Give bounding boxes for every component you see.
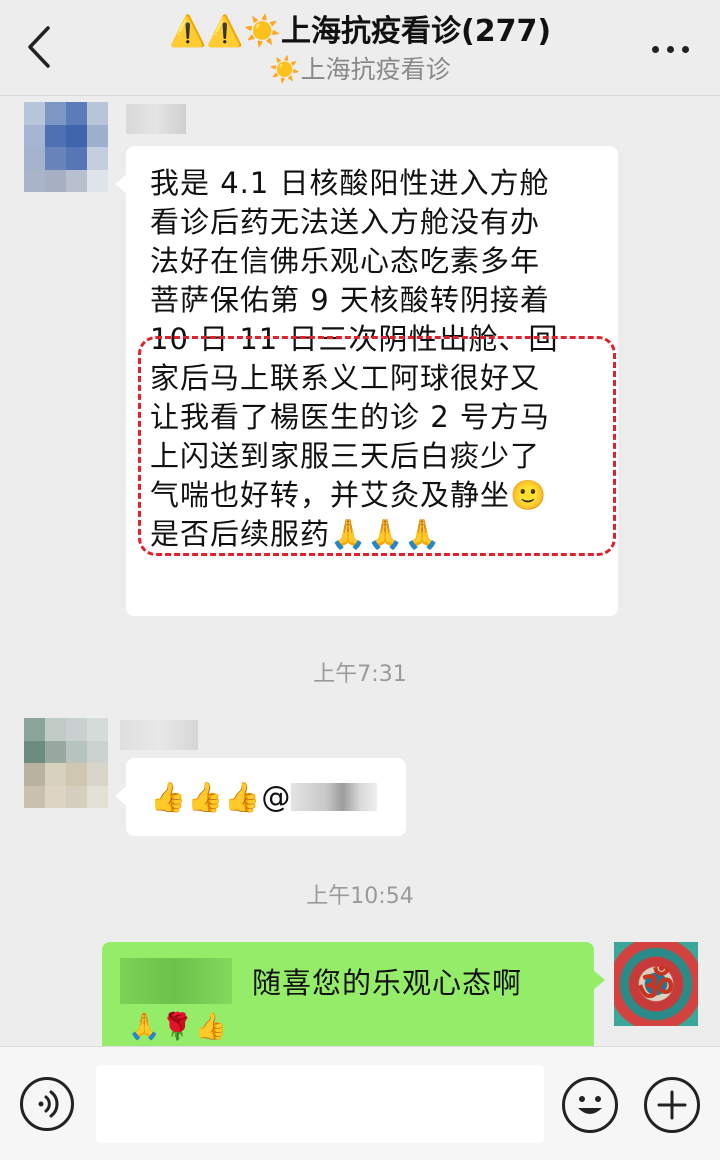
message-line: 让我看了楊医生的诊 2 号方马 xyxy=(150,400,550,434)
more-options-button[interactable] xyxy=(646,30,696,66)
message-line: 我是 4.1 日核酸阳性进入方舱 xyxy=(150,166,550,200)
blurred-avatar xyxy=(24,718,108,808)
chat-title: ⚠️⚠️☀️上海抗疫看诊(277) xyxy=(110,12,610,52)
emoji-button[interactable] xyxy=(562,1077,618,1133)
my-message-bubble[interactable]: 随喜您的乐观心态啊 🙏🌹👍 xyxy=(102,942,605,1046)
subtitle-text: 上海抗疫看诊 xyxy=(300,55,451,84)
title-emojis: ⚠️⚠️☀️ xyxy=(168,14,281,49)
message-line: 菩萨保佑第 9 天核酸转阴接着 xyxy=(150,283,550,317)
blurred-avatar xyxy=(24,102,108,192)
plus-icon xyxy=(657,1090,687,1120)
subtitle-emoji: ☀️ xyxy=(269,55,301,84)
group-name: 上海抗疫看诊(277) xyxy=(281,14,552,49)
smiley-icon xyxy=(578,1096,602,1114)
timestamp: 上午7:31 xyxy=(313,662,407,687)
message-line: 上闪送到家服三天后白痰少了 xyxy=(150,439,541,473)
message-bubble[interactable]: 👍👍👍@ xyxy=(115,758,406,836)
voice-icon xyxy=(38,1090,59,1118)
back-button[interactable] xyxy=(18,22,62,72)
blurred-sender-name xyxy=(126,104,186,134)
blurred-sender-name xyxy=(120,720,198,750)
blurred-mention xyxy=(291,783,378,811)
message-line: 家后马上联系义工阿球很好又 xyxy=(150,361,541,395)
message-line: 气喘也好转，并艾灸及静坐🙂 xyxy=(150,478,548,512)
my-avatar[interactable]: ॐ xyxy=(614,942,698,1026)
timestamp: 上午10:54 xyxy=(306,884,414,909)
chevron-left-icon xyxy=(28,26,50,68)
message-input[interactable] xyxy=(96,1065,544,1143)
message-line: 是否后续服药🙏🙏🙏 xyxy=(150,517,442,551)
om-symbol: ॐ xyxy=(637,963,675,1010)
message-line: 看诊后药无法送入方舱没有办 xyxy=(150,205,541,239)
sender-avatar[interactable] xyxy=(24,102,108,192)
message-bubble[interactable]: 我是 4.1 日核酸阳性进入方舱 看诊后药无法送入方舱没有办 法好在信佛乐观心态… xyxy=(115,146,618,616)
more-functions-button[interactable] xyxy=(644,1077,700,1133)
message-text: 👍👍👍@ xyxy=(150,780,292,814)
message-emojis: 🙏🌹👍 xyxy=(128,1012,229,1042)
voice-input-button[interactable] xyxy=(20,1077,74,1131)
input-bar xyxy=(0,1046,720,1160)
message-line: 10 日 11 日三次阴性出舱、回 xyxy=(150,322,559,356)
blurred-quote xyxy=(120,958,232,1004)
message-text: 随喜您的乐观心态啊 xyxy=(252,966,523,1000)
chat-header: ⚠️⚠️☀️上海抗疫看诊(277) ☀️上海抗疫看诊 xyxy=(0,0,720,96)
chat-subtitle: ☀️上海抗疫看诊 xyxy=(110,54,610,86)
message-line: 法好在信佛乐观心态吃素多年 xyxy=(150,244,541,278)
more-dots-icon xyxy=(652,46,659,53)
sender-avatar[interactable] xyxy=(24,718,108,808)
